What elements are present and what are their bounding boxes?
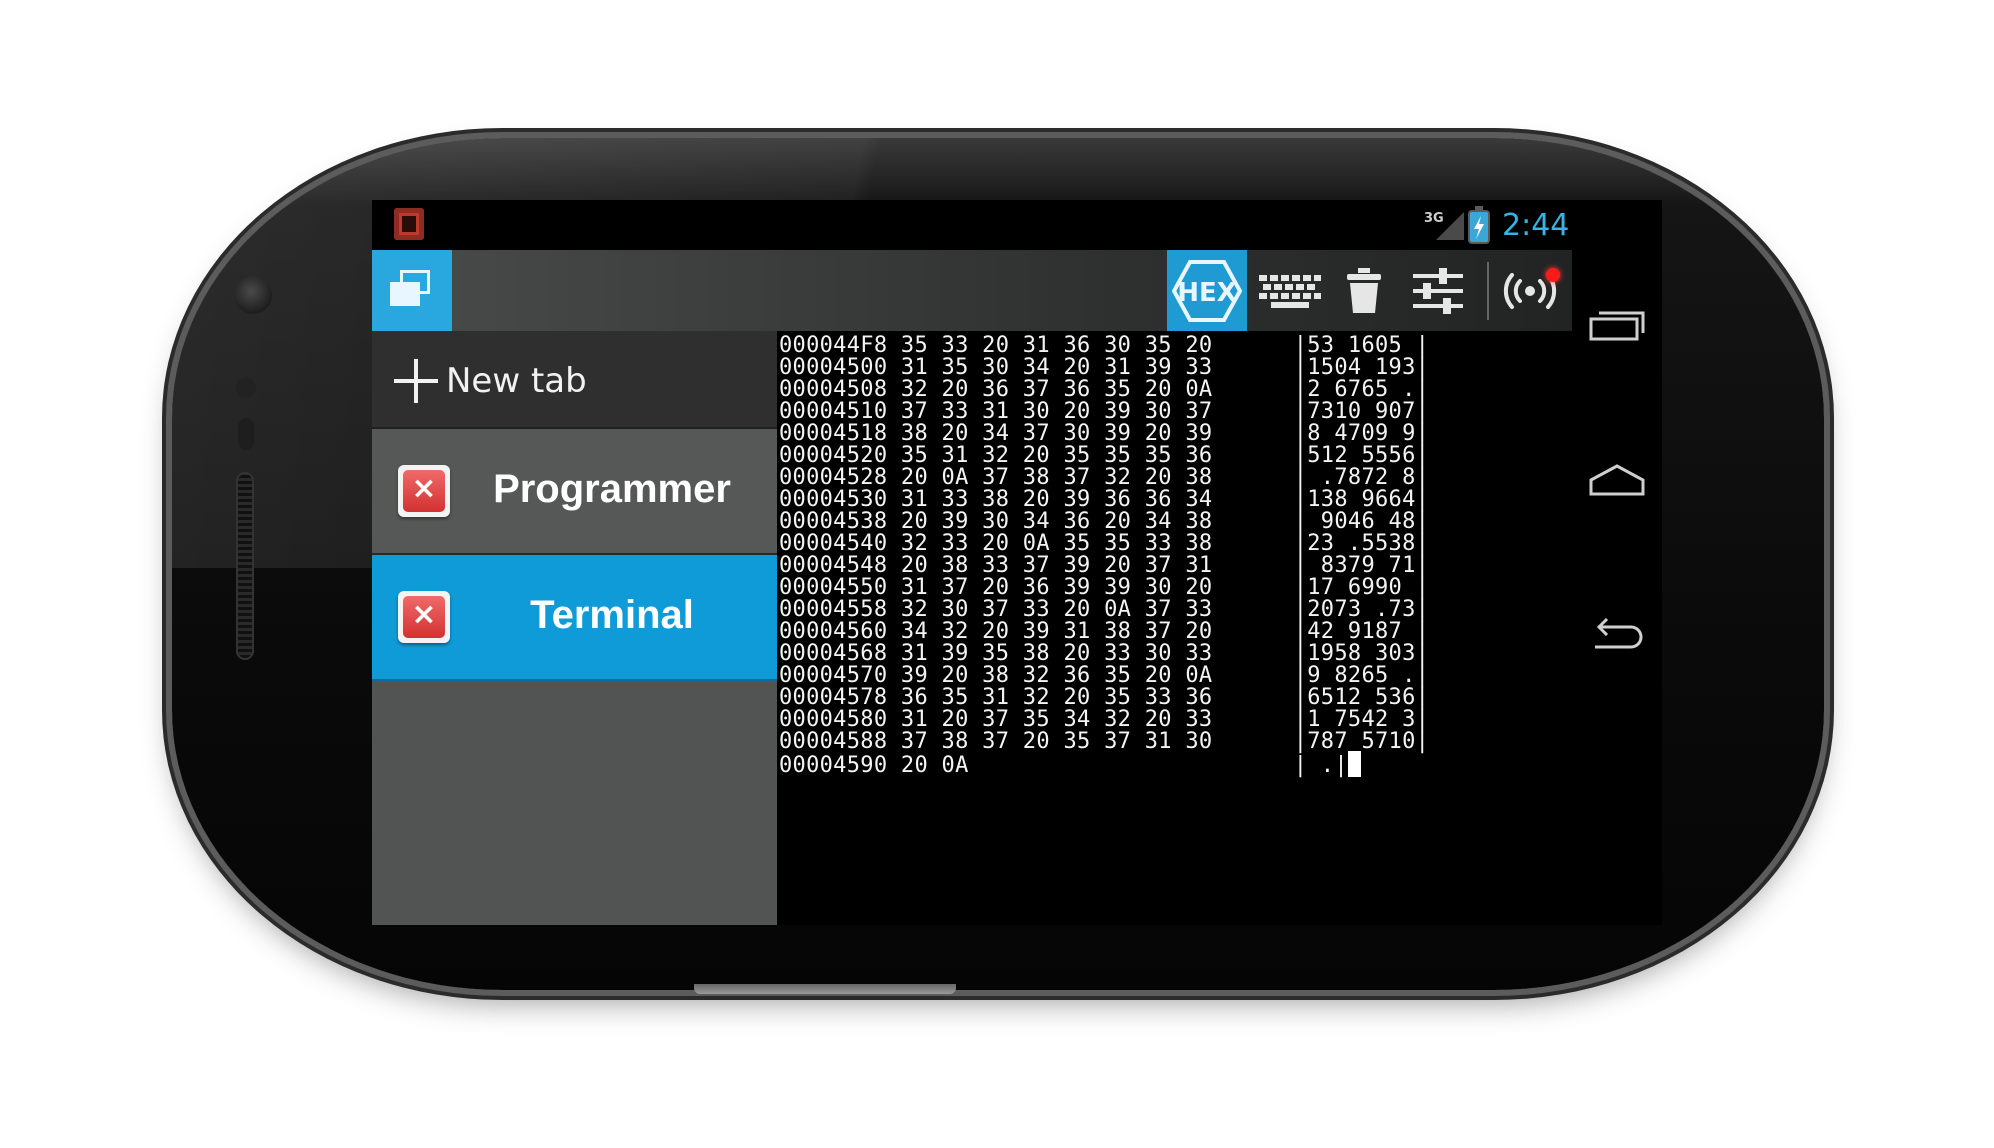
close-tab-programmer-button[interactable]: × [398,465,450,517]
clear-button[interactable] [1328,250,1400,331]
hex-label: HEX [1177,278,1237,308]
keyboard-icon [1259,274,1321,308]
tabs-toggle-button[interactable] [372,250,452,331]
plus-icon [394,359,438,403]
tab-terminal[interactable]: × Terminal [372,555,777,681]
close-icon: × [411,597,437,632]
connection-button[interactable] [1494,250,1566,331]
terminal-line-text: 00004590 20 0A | .| [779,753,1348,778]
back-button[interactable] [1572,595,1662,675]
screen: 3G 2:44 HEX New tab × Programmer × Termi… [372,200,1662,925]
tabs-drawer: New tab × Programmer × Terminal [372,331,777,925]
proximity-sensor [236,378,256,398]
tabs-icon-front [390,282,420,306]
tab-label: Terminal [530,593,694,637]
front-camera [234,276,272,314]
volume-button [694,984,956,994]
system-nav-bar [1572,250,1662,925]
terminal-last-line: 00004590 20 0A | .| [779,751,1361,779]
tab-label: Programmer [493,467,731,511]
action-bar-divider [1487,262,1489,320]
status-bar: 3G 2:44 [372,200,1662,250]
app-notification-icon [394,208,424,240]
trash-icon [1347,267,1381,313]
text-cursor [1347,751,1361,777]
new-tab-label: New tab [446,361,587,401]
new-tab-button[interactable]: New tab [372,331,777,429]
status-clock: 2:44 [1502,208,1570,243]
connection-status-dot [1546,268,1560,282]
close-tab-terminal-button[interactable]: × [398,591,450,643]
recent-apps-icon [1589,311,1645,341]
home-button[interactable] [1572,440,1662,520]
light-sensor [238,418,254,450]
close-icon: × [411,471,437,506]
action-bar: HEX [372,250,1572,331]
settings-button[interactable] [1402,250,1474,331]
hex-icon: HEX [1172,259,1242,322]
home-icon [1589,464,1645,496]
hex-mode-button[interactable]: HEX [1167,250,1247,331]
earpiece-speaker [236,472,254,660]
recent-apps-button[interactable] [1572,285,1662,365]
terminal-output[interactable]: 000044F8 35 33 20 31 36 30 35 20 |53 160… [777,331,1517,925]
battery-charging-icon [1470,206,1488,242]
signal-icon: 3G [1424,211,1464,240]
network-type-label: 3G [1424,211,1444,226]
keyboard-button[interactable] [1254,250,1326,331]
sliders-icon [1413,267,1463,314]
back-icon [1595,617,1643,649]
tab-programmer[interactable]: × Programmer [372,429,777,555]
